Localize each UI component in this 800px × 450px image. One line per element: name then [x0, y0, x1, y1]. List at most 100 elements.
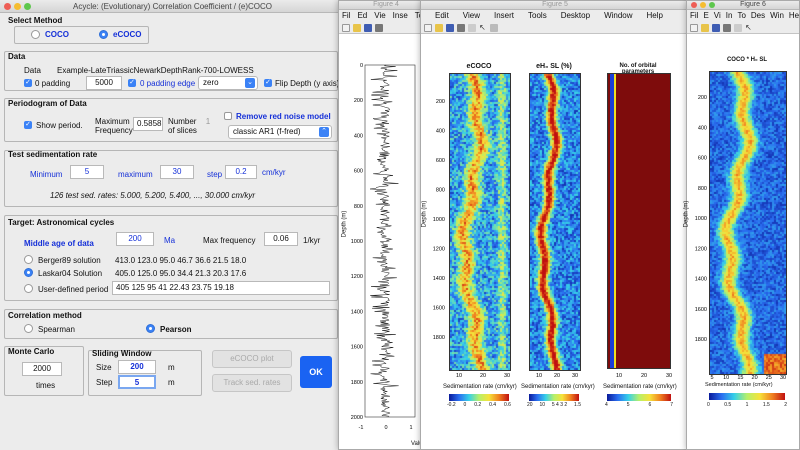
user-defined-periods-input[interactable]: 405 125 95 41 22.43 23.75 19.18 [112, 281, 330, 295]
ecoco-xtick: 30 [504, 373, 510, 379]
chevron-down-icon: ⌄ [245, 78, 255, 88]
eh0-xtick: 10 [536, 373, 542, 379]
padding-edge-dropdown[interactable]: zero ⌄ [198, 76, 258, 90]
orbital-colorbar [607, 394, 671, 401]
window-step-input[interactable]: 5 [118, 375, 156, 389]
figure-4-xtick: 0 [384, 425, 387, 431]
berger89-radio[interactable] [24, 255, 33, 264]
coco-h0-colorbar-tick: 0.5 [724, 402, 732, 408]
menu-insert[interactable]: Inse [393, 10, 408, 22]
padding-label: 0 padding [35, 79, 71, 88]
user-defined-radio[interactable] [24, 284, 33, 293]
coco-h0-colorbar-tick: 0 [707, 402, 710, 408]
eh0-xtick: 20 [554, 373, 560, 379]
figure-4-ytick: 600 [354, 169, 363, 175]
figure-4-xtick: 1 [409, 425, 412, 431]
figure-4-ytick: 1600 [351, 345, 363, 351]
figure-5-ytick: 1400 [433, 276, 445, 282]
show-period-label: Show period. [36, 121, 83, 130]
pearson-radio[interactable] [146, 324, 155, 333]
coco-h0-colorbar-ticks: 0 0.5 1 1.5 2 [707, 402, 787, 408]
middle-age-input[interactable]: 200 [116, 232, 154, 246]
remove-red-noise-checkbox[interactable] [224, 112, 232, 120]
figure-6-xtick: 25 [766, 375, 772, 381]
menu-view[interactable]: Vie [374, 10, 385, 22]
spearman-radio[interactable] [24, 324, 33, 333]
select-method-panel: COCO eCOCO [14, 26, 149, 44]
open-folder-icon[interactable] [353, 23, 361, 32]
eh0-colorbar-tick: 10 [539, 402, 545, 408]
slices-input[interactable]: 1 [200, 117, 216, 126]
menu-file[interactable]: Fil [342, 10, 350, 22]
figure-5-ytick: 800 [436, 188, 445, 194]
ecoco-plot-button[interactable]: eCOCO plot [212, 350, 292, 368]
figure-6-xlabel: Sedimentation rate (cm/kyr) [705, 382, 773, 388]
figure-6-xtick: 5 [710, 375, 713, 381]
acycle-titlebar[interactable]: Acycle: (Evolutionary) Correlation Coeff… [0, 0, 345, 13]
rate-unit-label: cm/kyr [262, 168, 286, 177]
menu-edit[interactable]: Ed [357, 10, 367, 22]
max-frequency-input[interactable]: 0.06 [264, 232, 298, 246]
figure-6-xtick: 20 [752, 375, 758, 381]
coco-h0-colorbar [709, 393, 785, 400]
monte-carlo-input[interactable]: 2000 [22, 362, 62, 376]
coco-h0-colorbar-tick: 1.5 [762, 402, 770, 408]
berger89-label[interactable]: Berger89 solution [38, 256, 101, 265]
orbital-colorbar-tick: 6 [648, 402, 652, 408]
spearman-label[interactable]: Spearman [38, 325, 75, 334]
middle-age-label: Middle age of data [24, 239, 94, 248]
figure-4-ytick: 1800 [351, 380, 363, 386]
data-panel-title: Data [8, 52, 26, 61]
figure-4-ytick: 2000 [351, 415, 363, 421]
periodogram-title: Periodogram of Data [8, 99, 87, 108]
padding-input[interactable]: 5000 [86, 76, 122, 90]
max-freq-input[interactable]: 0.5858 [133, 117, 163, 131]
ecoco-radio[interactable] [99, 30, 108, 39]
coco-radio[interactable] [31, 30, 40, 39]
padding-edge-checkbox[interactable]: ✓ [128, 79, 136, 87]
max-rate-input[interactable]: 30 [160, 165, 194, 179]
flip-depth-checkbox[interactable]: ✓ [264, 79, 272, 87]
ok-button[interactable]: OK [300, 356, 332, 388]
user-defined-label[interactable]: User-defined period [38, 285, 108, 294]
window-size-input[interactable]: 200 [118, 360, 156, 374]
eh0-colorbar [529, 394, 579, 401]
ecoco-colorbar-tick: 0 [463, 402, 467, 408]
ecoco-colorbar-tick: 0.4 [489, 402, 497, 408]
orbital-colorbar-tick: 4 [605, 402, 608, 408]
padding-checkbox[interactable]: ✓ [24, 79, 32, 87]
track-sed-rates-button[interactable]: Track sed. rates [212, 374, 292, 392]
figure-5-ytick: 1000 [433, 217, 445, 223]
data-label: Data [24, 66, 41, 75]
figure-6-window: Figure 6 Fil E Vi In To Des Win He ↖ COC… [683, 0, 800, 450]
figure-6-ytick: 1800 [695, 337, 707, 343]
select-method-title: Select Method [8, 16, 63, 25]
ecoco-label[interactable]: eCOCO [113, 30, 141, 39]
figure-6-xtick: 15 [737, 375, 743, 381]
figure-5-ytick: 1600 [433, 306, 445, 312]
min-rate-input[interactable]: 5 [70, 165, 104, 179]
save-icon[interactable] [364, 23, 372, 32]
figure-4-toolbar [339, 22, 433, 34]
laskar04-label[interactable]: Laskar04 Solution [38, 269, 102, 278]
show-period-checkbox[interactable]: ✓ [24, 121, 32, 129]
red-noise-model-dropdown[interactable]: classic AR1 (f-fred) ⌃ [228, 125, 332, 139]
coco-label[interactable]: COCO [45, 30, 69, 39]
laskar04-radio[interactable] [24, 268, 33, 277]
coco-h0-colorbar-tick: 1 [745, 402, 749, 408]
print-icon[interactable] [375, 23, 383, 32]
figure-4-axes [364, 64, 416, 418]
figure-6-ytick: 200 [698, 95, 707, 101]
figure-6-xtick: 10 [723, 375, 729, 381]
slices-label-2: of slices [168, 126, 197, 135]
new-figure-icon[interactable] [342, 23, 350, 32]
figure-6-ytick: 600 [698, 156, 707, 162]
figure-4-ytick: 200 [354, 98, 363, 104]
window-title: Acycle: (Evolutionary) Correlation Coeff… [72, 2, 273, 11]
figure-4-titlebar[interactable]: Figure 4 [339, 1, 433, 10]
figure-4-xtick: -1 [359, 425, 364, 431]
pearson-label[interactable]: Pearson [160, 325, 192, 334]
figure-6-ytick: 1200 [695, 246, 707, 252]
step-rate-input[interactable]: 0.2 [225, 165, 257, 179]
eh0-colorbar-tick: 5 4 3 2 [551, 402, 568, 408]
